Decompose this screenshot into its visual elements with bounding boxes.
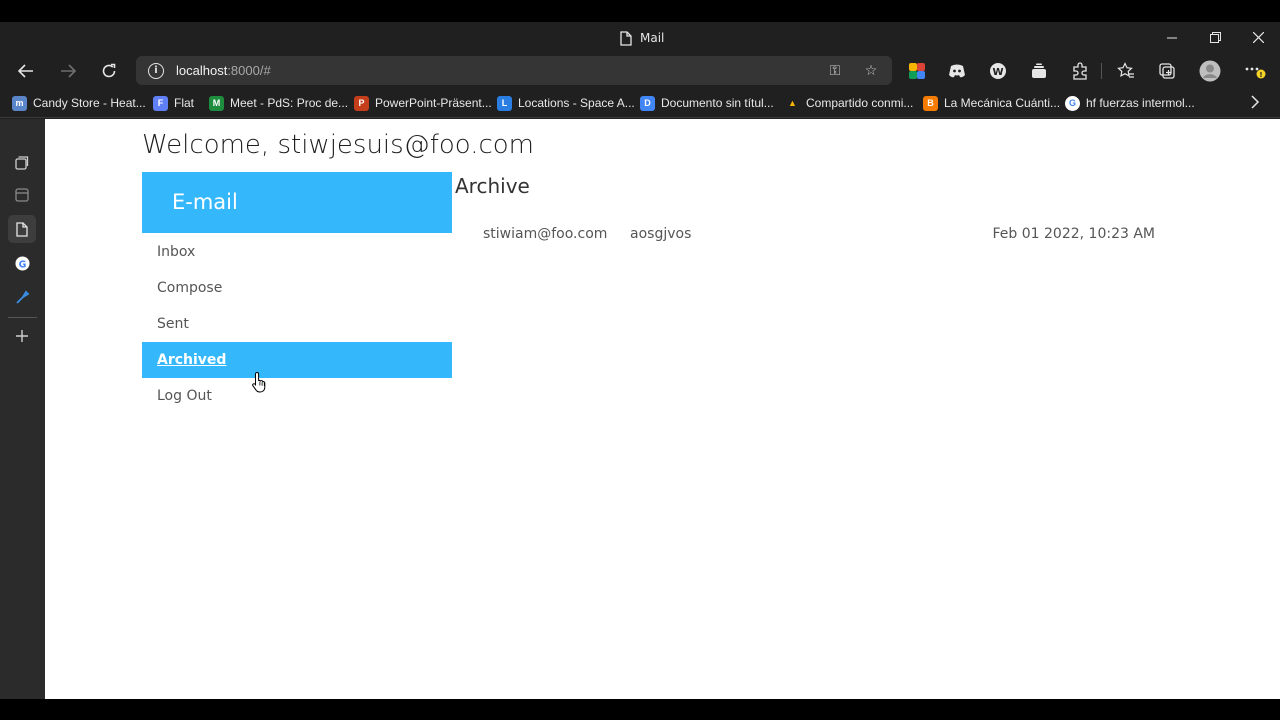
new-tab-plus-icon[interactable]	[8, 322, 36, 350]
google-tab-icon[interactable]: G	[8, 249, 36, 277]
bookmark-favicon-icon: L	[497, 95, 512, 111]
collections-icon[interactable]	[1153, 57, 1181, 85]
browser-toolbar: i localhost:8000/# ⚿ ☆ W !	[0, 53, 1280, 88]
document-tab-icon[interactable]	[8, 215, 36, 243]
bookmark-item[interactable]: P PowerPoint-Präsent...	[354, 94, 492, 112]
svg-text:!: !	[1259, 71, 1262, 79]
profile-avatar-icon[interactable]	[1196, 57, 1224, 85]
bookmark-item[interactable]: D Documento sin títul...	[640, 94, 774, 112]
reload-icon	[102, 63, 116, 78]
close-icon	[1252, 32, 1264, 43]
arrow-right-icon	[61, 64, 76, 78]
bookmarks-bar: m Candy Store - Heat... F Flat M Meet - PdS…	[0, 88, 1280, 118]
sidebar-divider	[8, 317, 37, 318]
nav-compose[interactable]: Compose	[142, 270, 452, 306]
discord-icon[interactable]	[943, 57, 971, 85]
nav-log-out[interactable]: Log Out	[142, 378, 452, 414]
svg-text:W: W	[992, 67, 1003, 78]
bookmark-item[interactable]: B La Mecánica Cuánti...	[923, 94, 1060, 112]
bookmarks-more-button[interactable]	[1250, 93, 1260, 111]
bookmark-favicon-icon: ▲	[788, 98, 797, 108]
bookmark-item[interactable]: ▲ Compartido conmi...	[785, 94, 913, 112]
forward-button[interactable]	[52, 55, 84, 87]
restore-icon	[1209, 32, 1221, 43]
url-text[interactable]: localhost:8000/#	[176, 63, 271, 78]
nav-inbox[interactable]: Inbox	[142, 234, 452, 270]
back-button[interactable]	[10, 55, 42, 87]
favorite-star-icon[interactable]: ☆	[862, 62, 880, 80]
email-sender: stiwiam@foo.com	[483, 226, 608, 242]
tab-title: Mail	[640, 31, 665, 45]
bookmark-item[interactable]: M Meet - PdS: Proc de...	[209, 94, 348, 112]
page-title: Welcome, stiwjesuis@foo.com	[142, 130, 535, 160]
title-bar: Mail	[0, 22, 1280, 53]
nav-archived[interactable]: Archived	[142, 342, 452, 378]
browser-window: Mail i localhost:8000/# ⚿ ☆ W ! m Candy …	[0, 22, 1280, 699]
bookmark-favicon-icon: B	[923, 95, 938, 111]
vertical-tabs-sidebar: G	[0, 119, 45, 699]
inactive-tab-icon[interactable]	[8, 181, 36, 209]
nav-sent[interactable]: Sent	[142, 306, 452, 342]
email-subject: aosgjvos	[630, 226, 692, 242]
settings-more-icon[interactable]: !	[1241, 57, 1269, 85]
email-row[interactable]: stiwiam@foo.com aosgjvos Feb 01 2022, 10…	[483, 226, 1155, 246]
bookmark-favicon-icon: F	[153, 95, 168, 111]
bookmark-item[interactable]: m Candy Store - Heat...	[12, 94, 146, 112]
email-timestamp: Feb 01 2022, 10:23 AM	[992, 226, 1155, 242]
key-icon[interactable]: ⚿	[826, 62, 844, 80]
restore-button[interactable]	[1193, 22, 1237, 53]
bookmark-item[interactable]: F Flat	[153, 94, 194, 112]
bookmark-item[interactable]: L Locations - Space A...	[497, 94, 635, 112]
bookmark-favicon-icon: M	[209, 95, 224, 111]
arrow-left-icon	[18, 64, 33, 78]
minimize-icon	[1167, 37, 1177, 38]
bookmark-favicon-icon: P	[354, 95, 369, 111]
window-title: Mail	[620, 29, 664, 47]
app-brand: E-mail	[142, 172, 452, 233]
toolbar-divider	[1101, 63, 1102, 79]
extension-puzzle-color-icon[interactable]	[903, 57, 931, 85]
extensions-icon[interactable]	[1066, 57, 1094, 85]
bookmark-favicon-icon: G	[1065, 95, 1080, 111]
chevron-right-icon	[1251, 95, 1260, 109]
info-icon[interactable]: i	[148, 62, 164, 79]
bookmark-favicon-icon: m	[12, 95, 27, 111]
close-window-button[interactable]	[1236, 22, 1280, 53]
tools-tab-icon[interactable]	[8, 283, 36, 311]
favorites-icon[interactable]	[1112, 57, 1140, 85]
collections-stack-icon[interactable]	[1025, 57, 1053, 85]
tab-actions-icon[interactable]	[8, 149, 36, 177]
address-bar[interactable]: i localhost:8000/# ⚿ ☆	[136, 56, 892, 85]
hand-pointer-cursor-icon	[252, 371, 266, 393]
svg-text:G: G	[18, 259, 26, 270]
view-title: Archive	[455, 174, 530, 198]
wolfram-icon[interactable]: W	[984, 57, 1012, 85]
web-page: Welcome, stiwjesuis@foo.com E-mail Inbox…	[45, 119, 1280, 699]
reload-button[interactable]	[93, 55, 125, 87]
document-icon	[620, 30, 632, 46]
minimize-button[interactable]	[1150, 22, 1194, 53]
bookmark-favicon-icon: D	[640, 95, 655, 111]
bookmark-item[interactable]: Ghf fuerzas intermol...	[1065, 94, 1195, 112]
